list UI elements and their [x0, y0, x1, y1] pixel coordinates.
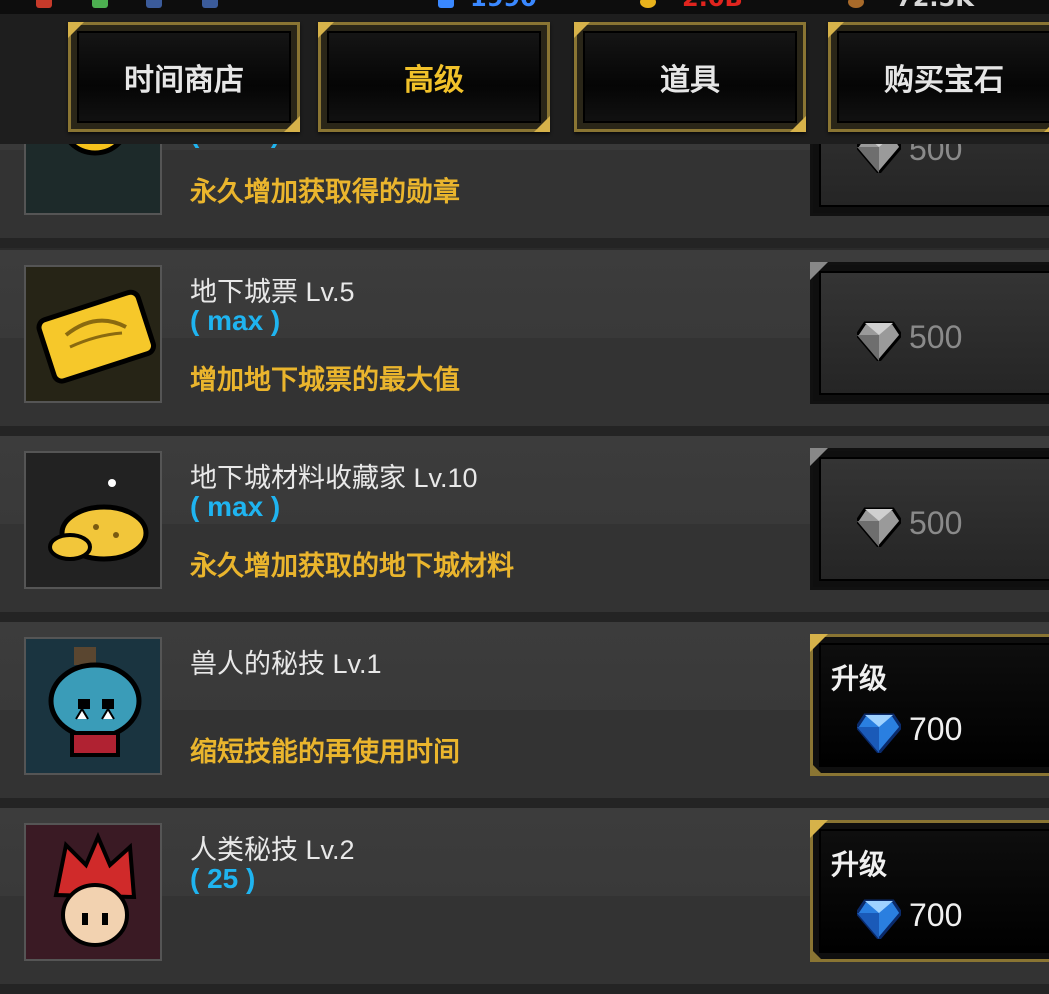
gold-count: 2.0B	[682, 0, 743, 10]
upgrade-button[interactable]: 升级 700	[810, 820, 1049, 962]
item-description: 永久增加获取的地下城材料	[190, 551, 514, 582]
gem-count: 1990	[470, 0, 537, 10]
item-name: 地下城材料收藏家 Lv.10	[190, 463, 478, 493]
item-price: 700	[909, 711, 963, 747]
shop-tab-bar: 时间商店 高级 道具 购买宝石	[0, 14, 1049, 144]
gem-icon	[855, 713, 903, 756]
item-name: 人类秘技 Lv.2	[190, 835, 355, 865]
upgrade-button[interactable]: 升级 700	[810, 634, 1049, 776]
status-icon	[92, 0, 108, 8]
human-icon	[24, 823, 162, 961]
item-description: 永久增加获取得的勋章	[190, 177, 460, 208]
resource-icon	[848, 0, 864, 8]
item-name: 地下城票 Lv.5	[190, 277, 355, 307]
item-price: 700	[909, 897, 963, 933]
item-level-info: ( max )	[190, 305, 281, 336]
price-button: 500	[810, 262, 1049, 404]
tab-time-shop[interactable]: 时间商店	[68, 22, 300, 132]
tab-label: 购买宝石	[884, 63, 1004, 98]
item-price: 500	[909, 505, 963, 541]
item-description: 增加地下城票的最大值	[190, 365, 460, 396]
item-level-info: ( max )	[190, 491, 281, 522]
orc-icon	[24, 637, 162, 775]
tab-premium[interactable]: 高级	[318, 22, 550, 132]
item-name: 兽人的秘技 Lv.1	[190, 649, 382, 679]
shop-item-row: 兽人的秘技 Lv.1 缩短技能的再使用时间 升级 700	[0, 622, 1049, 808]
gem-icon	[438, 0, 454, 8]
shop-item-row: 地下城材料收藏家 Lv.10( max ) 永久增加获取的地下城材料 500	[0, 436, 1049, 622]
item-price: 500	[909, 319, 963, 355]
gold-icon	[640, 0, 656, 8]
gem-icon	[855, 321, 903, 364]
tab-items[interactable]: 道具	[574, 22, 806, 132]
upgrade-label: 升级	[831, 848, 888, 881]
item-level-info: ( 25 )	[190, 863, 256, 894]
tab-label: 时间商店	[124, 63, 244, 98]
status-bar: 1990 2.0B 72.5K	[0, 0, 1049, 14]
tab-buy-gems[interactable]: 购买宝石	[828, 22, 1049, 132]
status-icon	[146, 0, 162, 8]
price-button: 500	[810, 448, 1049, 590]
gold-pile-icon	[24, 451, 162, 589]
upgrade-label: 升级	[831, 662, 888, 695]
shop-item-row: 人类秘技 Lv.2( 25 ) 升级 700	[0, 808, 1049, 994]
gem-icon	[855, 507, 903, 550]
dungeon-ticket-icon	[24, 265, 162, 403]
gem-icon	[855, 899, 903, 942]
tab-label: 高级	[404, 63, 464, 98]
item-description: 缩短技能的再使用时间	[190, 737, 460, 768]
tab-label: 道具	[660, 63, 720, 98]
status-icon	[36, 0, 52, 8]
resource-count: 72.5K	[896, 0, 974, 10]
status-icon	[202, 0, 218, 8]
shop-item-row: 地下城票 Lv.5( max ) 增加地下城票的最大值 500	[0, 250, 1049, 436]
